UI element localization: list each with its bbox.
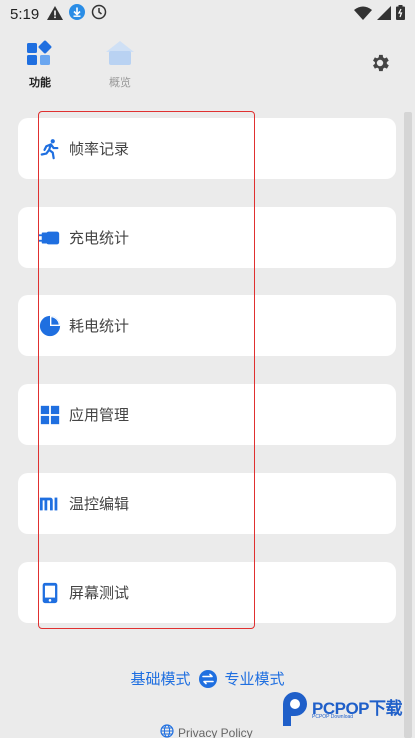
- status-time: 5:19: [10, 5, 40, 23]
- gear-icon[interactable]: [369, 52, 391, 74]
- watermark-subtext: PCPOP Download: [312, 714, 354, 720]
- phone-screen-icon: [39, 582, 60, 604]
- top-nav: 功能 概览: [0, 36, 415, 92]
- wifi-icon: [354, 5, 372, 24]
- globe-icon: [160, 724, 174, 738]
- menu-item-app-manage[interactable]: 应用管理: [18, 384, 396, 445]
- battery-icon: [396, 4, 405, 24]
- menu-item-label: 屏幕测试: [69, 584, 130, 602]
- menu-item-label: 充电统计: [69, 229, 130, 247]
- menu-item-charge-stats[interactable]: 充电统计: [18, 207, 396, 268]
- apps-grid-icon: [39, 404, 60, 425]
- download-icon: [69, 4, 86, 24]
- tab-overview[interactable]: 概览: [95, 40, 145, 90]
- highlight-frame: [38, 111, 255, 629]
- tab-overview-label: 概览: [109, 76, 131, 89]
- scrollbar[interactable]: [404, 112, 412, 738]
- menu-item-thermal-edit[interactable]: 温控编辑: [18, 473, 396, 534]
- watermark-logo: PCPOP下载 PCPOP Download: [280, 692, 410, 728]
- warning-icon: [47, 5, 64, 24]
- charger-icon: [39, 227, 60, 248]
- running-icon: [39, 138, 60, 160]
- menu-item-label: 帧率记录: [69, 140, 130, 158]
- menu-item-power-stats[interactable]: 耗电统计: [18, 295, 396, 356]
- home-icon: [104, 41, 136, 70]
- menu-item-screen-test[interactable]: 屏幕测试: [18, 562, 396, 623]
- basic-mode-link[interactable]: 基础模式: [130, 668, 190, 689]
- tab-functions-label: 功能: [29, 76, 51, 89]
- menu-item-label: 温控编辑: [69, 495, 130, 513]
- menu-item-label: 应用管理: [69, 406, 130, 424]
- mi-logo-icon: [39, 493, 60, 514]
- signal-icon: [377, 5, 391, 24]
- pcpop-logo-icon: [280, 692, 310, 730]
- privacy-policy-label: Privacy Policy: [178, 725, 253, 738]
- tab-functions[interactable]: 功能: [15, 40, 65, 90]
- menu-item-frame-record[interactable]: 帧率记录: [18, 118, 396, 179]
- mode-switch-row: 基础模式 专业模式: [0, 668, 415, 689]
- grid-diamond-icon: [26, 40, 54, 70]
- clock-icon: [91, 4, 107, 24]
- swap-icon[interactable]: [198, 669, 217, 688]
- pro-mode-link[interactable]: 专业模式: [225, 668, 285, 689]
- pie-icon: [39, 315, 61, 337]
- menu-item-label: 耗电统计: [69, 317, 130, 335]
- status-bar: 5:19: [0, 0, 415, 28]
- privacy-policy-link[interactable]: Privacy Policy: [160, 724, 253, 738]
